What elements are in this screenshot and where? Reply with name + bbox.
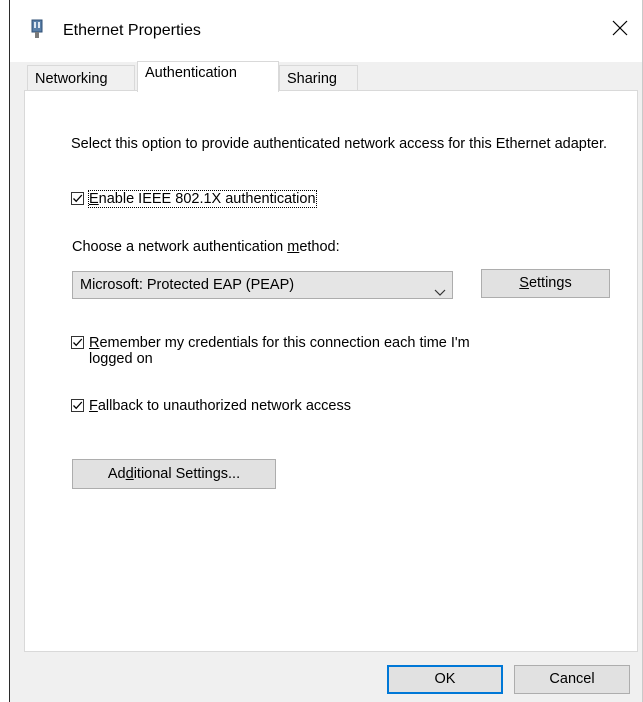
enable-8021x-label: Enable IEEE 802.1X authentication bbox=[88, 190, 317, 208]
close-button[interactable] bbox=[602, 12, 638, 48]
label-prefix: Ad bbox=[107, 466, 126, 482]
accelerator-key: R bbox=[89, 335, 100, 351]
ok-label: OK bbox=[434, 671, 456, 687]
accelerator-key: F bbox=[89, 398, 98, 414]
label-text: itional Settings... bbox=[133, 466, 241, 482]
close-icon bbox=[612, 20, 628, 41]
remember-credentials-checkbox[interactable]: Remember my credentials for this connect… bbox=[71, 335, 511, 367]
tab-sharing-label: Sharing bbox=[287, 71, 337, 87]
tab-networking[interactable]: Networking bbox=[27, 65, 135, 91]
window-title: Ethernet Properties bbox=[63, 22, 201, 39]
additional-settings-button[interactable]: Additional Settings... bbox=[72, 459, 276, 489]
cancel-label: Cancel bbox=[549, 671, 595, 687]
ok-button[interactable]: OK bbox=[387, 665, 503, 694]
ethernet-properties-dialog: Ethernet Properties Networking Authentic… bbox=[9, 0, 643, 702]
settings-label: ettings bbox=[528, 275, 572, 291]
tab-authentication-label: Authentication bbox=[145, 65, 237, 81]
auth-method-select[interactable]: Microsoft: Protected EAP (PEAP) bbox=[72, 271, 453, 299]
auth-method-value: Microsoft: Protected EAP (PEAP) bbox=[80, 277, 295, 293]
tab-authentication[interactable]: Authentication bbox=[137, 61, 279, 92]
description-text: Select this option to provide authentica… bbox=[71, 136, 608, 152]
accelerator-key: d bbox=[125, 466, 134, 482]
title-bar[interactable]: Ethernet Properties bbox=[10, 0, 642, 62]
accelerator-key: E bbox=[89, 191, 99, 207]
fallback-label: Fallback to unauthorized network access bbox=[89, 398, 351, 414]
label-text: nable IEEE 802.1X authentication bbox=[98, 191, 316, 207]
fallback-checkbox[interactable]: Fallback to unauthorized network access bbox=[71, 398, 351, 414]
remember-credentials-label: Remember my credentials for this connect… bbox=[89, 335, 511, 367]
enable-8021x-checkbox[interactable]: Enable IEEE 802.1X authentication bbox=[71, 190, 317, 208]
label-text: emember my credentials for this connecti… bbox=[89, 335, 470, 367]
settings-button[interactable]: Settings bbox=[481, 269, 610, 298]
chevron-down-icon bbox=[434, 280, 446, 296]
tab-networking-label: Networking bbox=[35, 71, 108, 87]
checkbox-checked-icon[interactable] bbox=[71, 336, 84, 349]
checkbox-checked-icon[interactable] bbox=[71, 399, 84, 412]
accelerator-key: S bbox=[519, 275, 529, 291]
authentication-panel: Select this option to provide authentica… bbox=[24, 90, 638, 652]
auth-method-label: Choose a network authentication method: bbox=[72, 239, 340, 255]
checkbox-checked-icon[interactable] bbox=[71, 192, 84, 205]
network-adapter-icon bbox=[30, 19, 44, 39]
tab-sharing[interactable]: Sharing bbox=[279, 65, 358, 91]
label-text: allback to unauthorized network access bbox=[97, 398, 351, 414]
cancel-button[interactable]: Cancel bbox=[514, 665, 630, 694]
